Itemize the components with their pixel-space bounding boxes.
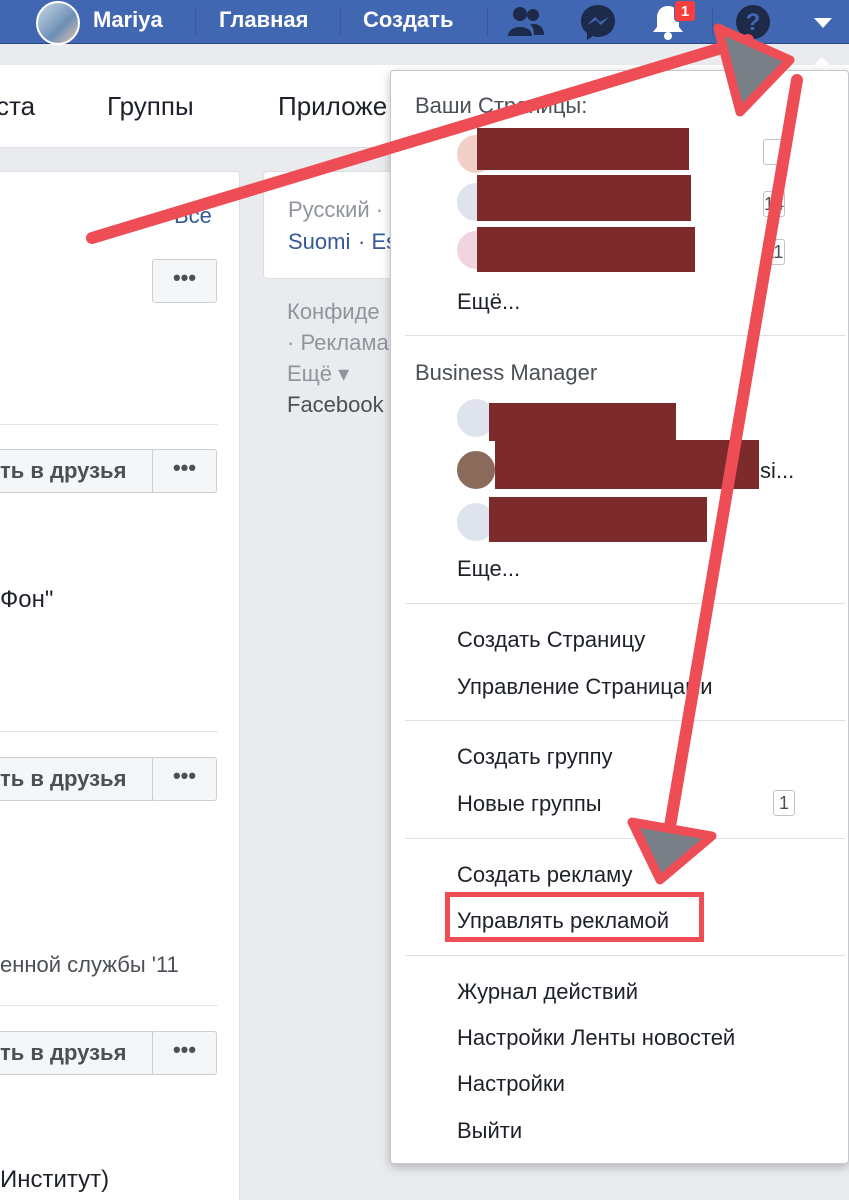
business-more-link[interactable]: Еще... bbox=[457, 556, 520, 582]
more-options-button[interactable]: ••• bbox=[152, 757, 217, 801]
svg-text:?: ? bbox=[746, 9, 761, 36]
help-icon[interactable]: ? bbox=[733, 2, 773, 42]
language-box: Русский · Suomi · Es bbox=[263, 171, 403, 279]
create-link[interactable]: Создать bbox=[363, 7, 453, 33]
tab-apps[interactable]: Приложе bbox=[278, 91, 387, 122]
news-feed-preferences-item[interactable]: Настройки Ленты новостей bbox=[457, 1025, 735, 1051]
more-options-button[interactable]: ••• bbox=[152, 259, 217, 303]
divider bbox=[0, 424, 218, 425]
add-friend-button[interactable]: ть в друзья bbox=[0, 449, 153, 493]
redacted-page-name bbox=[477, 227, 695, 272]
new-groups-item[interactable]: Новые группы bbox=[457, 791, 602, 817]
see-all-link[interactable]: Все bbox=[174, 203, 212, 229]
divider bbox=[0, 731, 218, 732]
dropdown-caret bbox=[808, 57, 836, 71]
divider bbox=[405, 603, 845, 604]
redacted-business-name bbox=[489, 403, 676, 441]
top-navigation-bar: Mariya Главная Создать 1 ? bbox=[0, 0, 849, 45]
add-friend-label: ть в друзья bbox=[0, 458, 127, 483]
divider bbox=[195, 8, 196, 36]
divider bbox=[405, 720, 845, 721]
divider bbox=[487, 8, 488, 36]
logout-item[interactable]: Выйти bbox=[457, 1118, 522, 1144]
add-friend-button[interactable]: ть в друзья bbox=[0, 757, 153, 801]
create-ad-item[interactable]: Создать рекламу bbox=[457, 862, 633, 888]
friend-requests-icon[interactable] bbox=[505, 2, 545, 42]
pages-more-link[interactable]: Ещё... bbox=[457, 289, 520, 315]
pages-header: Ваши Страницы: bbox=[415, 93, 588, 118]
settings-item[interactable]: Настройки bbox=[457, 1071, 565, 1097]
business-manager-header: Business Manager bbox=[415, 360, 598, 385]
annotation-highlight-box bbox=[445, 892, 704, 942]
user-avatar[interactable] bbox=[36, 1, 80, 45]
more-options-button[interactable]: ••• bbox=[152, 449, 217, 493]
redacted-page-name bbox=[477, 128, 689, 170]
create-group-item[interactable]: Создать группу bbox=[457, 744, 613, 770]
redacted-business-name bbox=[495, 440, 759, 489]
account-dropdown-menu: Ваши Страницы: 14 11 Ещё... Business Man… bbox=[390, 70, 849, 1164]
suggestion-text: Фон" bbox=[0, 586, 54, 613]
manage-pages-item[interactable]: Управление Страницами bbox=[457, 674, 713, 700]
divider bbox=[405, 955, 845, 956]
privacy-link[interactable]: Конфиде bbox=[287, 299, 380, 325]
page-notification-count bbox=[763, 139, 785, 165]
business-avatar bbox=[455, 449, 497, 491]
add-friend-label: ть в друзья bbox=[0, 766, 127, 791]
messenger-icon[interactable] bbox=[578, 2, 618, 42]
activity-log-item[interactable]: Журнал действий bbox=[457, 979, 638, 1005]
advertising-link[interactable]: · Реклама bbox=[287, 330, 389, 356]
more-options-button[interactable]: ••• bbox=[152, 1031, 217, 1075]
divider bbox=[405, 838, 845, 839]
notifications-badge: 1 bbox=[674, 0, 696, 22]
divider bbox=[405, 335, 845, 336]
suggestion-text: Институт) bbox=[0, 1166, 110, 1193]
new-groups-count: 1 bbox=[773, 790, 795, 816]
page-notification-count: 11 bbox=[763, 239, 785, 265]
account-menu-chevron-icon[interactable] bbox=[803, 2, 843, 42]
profile-link[interactable]: Mariya bbox=[93, 7, 163, 33]
tab-contacts[interactable]: ста bbox=[0, 91, 35, 122]
copyright-text: Facebook bbox=[287, 392, 384, 417]
more-footer-link[interactable]: Ещё ▾ bbox=[287, 361, 349, 387]
home-link[interactable]: Главная bbox=[219, 7, 308, 33]
current-language: Русский · bbox=[288, 197, 384, 222]
add-friend-label: ть в друзья bbox=[0, 1040, 127, 1065]
page-notification-count: 14 bbox=[763, 191, 785, 217]
language-suomi-link[interactable]: Suomi bbox=[288, 229, 350, 255]
tab-groups[interactable]: Группы bbox=[107, 91, 194, 122]
redacted-business-name bbox=[489, 497, 707, 542]
redacted-page-name bbox=[477, 175, 691, 221]
suggestion-text: енной службы '11 bbox=[0, 952, 179, 977]
add-friend-button[interactable]: ть в друзья bbox=[0, 1031, 153, 1075]
create-page-item[interactable]: Создать Страницу bbox=[457, 627, 645, 653]
divider bbox=[712, 8, 713, 36]
divider bbox=[0, 1005, 218, 1006]
divider bbox=[340, 8, 341, 36]
business-name-suffix: si... bbox=[760, 458, 795, 483]
